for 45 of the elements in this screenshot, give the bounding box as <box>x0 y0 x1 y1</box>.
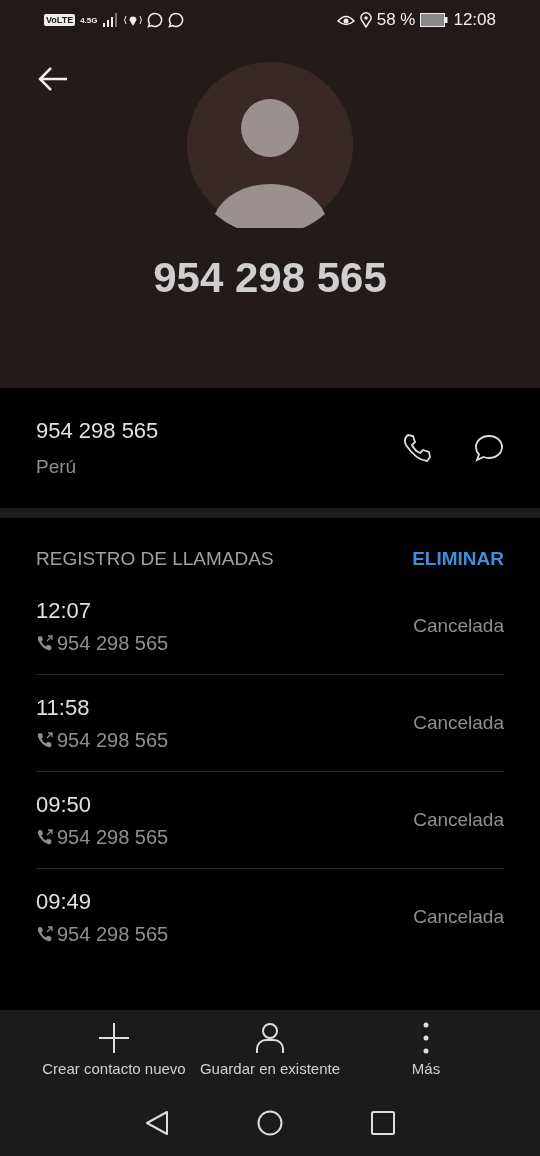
plus-icon <box>98 1022 130 1054</box>
battery-icon <box>420 13 449 27</box>
location-broadcast-icon <box>123 13 142 27</box>
more-icon <box>422 1022 430 1054</box>
country-label: Perú <box>36 456 78 478</box>
signal-icon <box>102 13 119 27</box>
volte-indicator: VoLTE <box>44 14 76 26</box>
call-number: 954 298 565 <box>57 728 169 752</box>
back-arrow-icon[interactable] <box>38 66 68 92</box>
action-button[interactable]: Más <box>348 1010 504 1090</box>
call-status: Cancelada <box>413 712 504 734</box>
action-button[interactable]: Guardar en existente <box>192 1010 348 1090</box>
call-number: 954 298 565 <box>57 825 169 849</box>
person-icon <box>255 1022 285 1054</box>
location-pin-icon <box>359 12 372 28</box>
avatar-icon <box>187 62 353 228</box>
outgoing-call-icon <box>36 731 53 749</box>
call-time: 12:07 <box>36 597 93 624</box>
back-nav-icon[interactable] <box>145 1110 169 1136</box>
call-time: 11:58 <box>36 694 91 721</box>
eye-icon <box>336 13 355 27</box>
chat-bubble-icon <box>167 12 184 28</box>
outgoing-call-icon <box>36 634 53 652</box>
call-status: Cancelada <box>413 906 504 928</box>
recents-nav-icon[interactable] <box>371 1111 395 1135</box>
section-title: REGISTRO DE LLAMADAS <box>36 548 274 570</box>
home-nav-icon[interactable] <box>257 1110 283 1136</box>
contact-title: 954 298 565 <box>153 254 387 302</box>
outgoing-call-icon <box>36 925 53 943</box>
chat-bubble-icon <box>146 12 163 28</box>
action-button[interactable]: Crear contacto nuevo <box>36 1010 192 1090</box>
call-status: Cancelada <box>413 809 504 831</box>
clock: 12:08 <box>453 10 496 30</box>
network-type: 4.5G <box>80 15 98 25</box>
battery-percentage: 58 % <box>376 10 416 30</box>
call-time: 09:49 <box>36 888 93 915</box>
outgoing-call-icon <box>36 828 53 846</box>
call-number: 954 298 565 <box>57 631 169 655</box>
phone-icon[interactable] <box>402 433 432 463</box>
delete-link[interactable]: ELIMINAR <box>412 548 504 570</box>
call-time: 09:50 <box>36 791 93 818</box>
phone-number: 954 298 565 <box>36 418 159 444</box>
message-icon[interactable] <box>474 434 504 462</box>
call-number: 954 298 565 <box>57 922 169 946</box>
call-status: Cancelada <box>413 615 504 637</box>
